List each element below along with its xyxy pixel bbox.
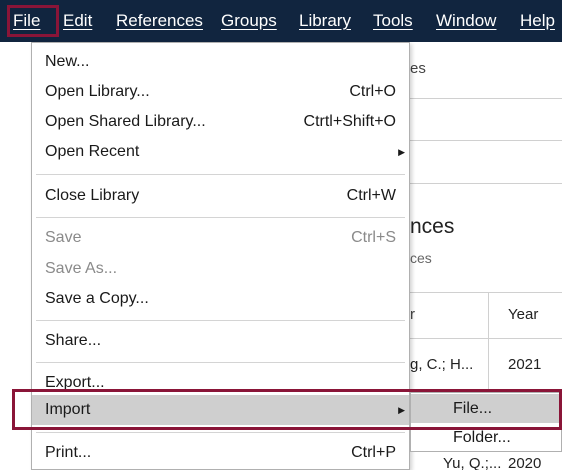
bg-table-header-bottom [408,338,562,339]
menu-window[interactable]: Window [436,0,496,42]
menu-item-save-a-copy[interactable]: Save a Copy... [32,284,409,314]
menu-separator [36,362,405,363]
bg-table-top [408,292,562,293]
menu-item-label: New... [45,53,90,70]
menu-separator [36,217,405,218]
menu-item-print[interactable]: Print... Ctrl+P [32,438,409,468]
bg-row-year[interactable]: 2020 [508,455,541,470]
menu-item-label: Save a Copy... [45,290,149,307]
menu-item-shortcut: Ctrl+W [346,187,396,204]
bg-divider [408,140,562,141]
menu-item-open-shared-library[interactable]: Open Shared Library... Ctrtl+Shift+O [32,107,409,137]
bg-col-divider [488,292,489,402]
menu-item-label: Share... [45,332,102,349]
menu-item-label: Save As... [45,260,118,277]
menu-item-share[interactable]: Share... [32,326,409,356]
menu-item-save-as[interactable]: Save As... [32,254,409,284]
menu-item-close-library[interactable]: Close Library Ctrl+W [32,181,409,211]
import-highlight-frame [12,389,562,430]
menu-bar: File Edit References Groups Library Tool… [0,0,562,42]
menu-item-label: Close Library [45,187,140,204]
chevron-right-icon: ▶ [398,147,405,157]
menu-item-label: Save [45,229,82,246]
menu-item-new[interactable]: New... [32,47,409,77]
menu-file[interactable]: File [13,0,40,42]
menu-help[interactable]: Help [520,0,555,42]
bg-divider [408,98,562,99]
menu-groups[interactable]: Groups [221,0,277,42]
menu-edit[interactable]: Edit [63,0,92,42]
menu-item-label: Print... [45,444,92,461]
bg-col-author[interactable]: r [410,306,415,323]
bg-row-author[interactable]: g, C.; H... [410,356,473,373]
menu-separator [36,320,405,321]
menu-item-save[interactable]: Save Ctrl+S [32,223,409,253]
menu-item-open-library[interactable]: Open Library... Ctrl+O [32,77,409,107]
menu-library[interactable]: Library [299,0,351,42]
menu-tools[interactable]: Tools [373,0,413,42]
menu-separator [36,174,405,175]
menu-references[interactable]: References [116,0,203,42]
menu-item-label: Open Library... [45,83,150,100]
menu-item-label: Open Recent [45,143,140,160]
bg-col-year[interactable]: Year [508,306,538,323]
menu-item-shortcut: Ctrtl+Shift+O [303,113,396,130]
bg-row-year[interactable]: 2021 [508,356,541,373]
menu-item-shortcut: Ctrl+P [351,444,396,461]
bg-row-author[interactable]: Yu, Q.;... [443,455,501,470]
menu-item-label: Open Shared Library... [45,113,206,130]
bg-fragment: es [410,60,426,77]
menu-separator [36,432,405,433]
bg-divider [408,183,562,184]
bg-library-subtitle: ces [410,250,432,266]
menu-item-shortcut: Ctrl+S [351,229,396,246]
bg-library-title: nces [410,215,455,238]
menu-item-shortcut: Ctrl+O [349,83,396,100]
menu-item-open-recent[interactable]: Open Recent ▶ [32,137,409,167]
